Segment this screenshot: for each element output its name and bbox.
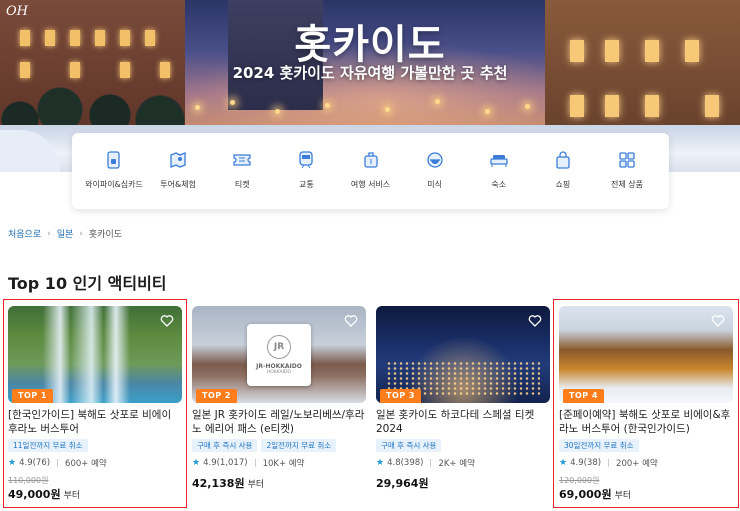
grid-icon (618, 151, 636, 169)
category-label: 숙소 (491, 180, 507, 189)
category-wifi-sim[interactable]: 와이파이&심카드 (82, 151, 146, 209)
price: 29,964원 (376, 477, 429, 490)
star-icon: ★ (376, 458, 385, 468)
category-nav: 와이파이&심카드 투어&체험 티켓 교통 여행 서비스 미식 숙소 쇼핑 전체 … (72, 133, 669, 209)
rating: ★ 4.9(1,017) 10K+ 예약 (192, 457, 366, 469)
breadcrumb-separator: › (47, 228, 51, 239)
category-label: 쇼핑 (555, 180, 571, 189)
price: 42,138원 부터 (192, 477, 265, 490)
category-label: 교통 (299, 180, 314, 189)
jr-logo-line1: JR-HOKKAIDO (256, 363, 302, 370)
activity-card[interactable]: JR JR-HOKKAIDO HOKKAIDO TOP 2 일본 JR 홋카이도… (192, 306, 366, 491)
breadcrumb-home-link[interactable]: 처음으로 (8, 227, 41, 240)
map-tour-icon (169, 151, 187, 169)
section-title: Top 10 인기 액티비티 (8, 274, 167, 293)
category-shopping[interactable]: 쇼핑 (531, 151, 595, 209)
card-image: TOP 3 (376, 306, 550, 403)
category-label: 여행 서비스 (350, 180, 391, 189)
rating: ★ 4.8(398) 2K+ 예약 (376, 457, 550, 469)
rank-badge: TOP 3 (380, 389, 421, 403)
category-transport[interactable]: 교통 (274, 151, 338, 209)
rank-badge: TOP 2 (196, 389, 237, 403)
hero-subtitle: 2024 홋카이도 자유여행 가볼만한 곳 추천 (232, 64, 508, 82)
ticket-icon (233, 151, 251, 169)
dish-icon (426, 151, 444, 169)
jr-logo-text: JR (267, 335, 291, 359)
rating-value: 4.8(398) (387, 458, 424, 468)
category-travel-service[interactable]: 여행 서비스 (339, 151, 403, 209)
booking-count: 2K+ 예약 (438, 459, 475, 469)
train-icon (297, 151, 315, 169)
breadcrumb-separator: › (79, 228, 83, 239)
heart-icon[interactable] (528, 314, 542, 328)
sim-card-icon (105, 151, 123, 169)
card-title[interactable]: 일본 JR 홋카이도 레일/노보리베쓰/후라노 에리어 패스 (e티켓) (192, 408, 366, 436)
tag: 구매 후 즉시 사용 (376, 439, 442, 452)
category-lodging[interactable]: 숙소 (467, 151, 531, 209)
shopping-bag-icon (554, 151, 572, 169)
category-label: 투어&체험 (160, 180, 196, 189)
tag: 구매 후 즉시 사용 (192, 439, 258, 452)
highlight-box (553, 299, 739, 508)
activity-card[interactable]: TOP 3 일본 홋카이도 하코다테 스페셜 티켓 2024 구매 후 즉시 사… (376, 306, 550, 491)
booking-count: 10K+ 예약 (262, 459, 305, 469)
category-ticket[interactable]: 티켓 (210, 151, 274, 209)
tag: 2일전까지 무료 취소 (261, 439, 337, 452)
card-title[interactable]: 일본 홋카이도 하코다테 스페셜 티켓 2024 (376, 408, 550, 436)
category-tour[interactable]: 투어&체험 (146, 151, 210, 209)
category-food[interactable]: 미식 (403, 151, 467, 209)
heart-icon[interactable] (344, 314, 358, 328)
card-image: JR JR-HOKKAIDO HOKKAIDO TOP 2 (192, 306, 366, 403)
star-icon: ★ (192, 458, 201, 468)
bed-icon (490, 151, 508, 169)
jr-logo-line2: HOKKAIDO (266, 370, 292, 375)
jr-hokkaido-logo: JR JR-HOKKAIDO HOKKAIDO (247, 324, 311, 386)
category-label: 티켓 (234, 180, 250, 189)
luggage-icon (362, 151, 380, 169)
rating-value: 4.9(1,017) (203, 458, 248, 468)
category-label: 전체 상품 (611, 180, 643, 189)
category-label: 미식 (427, 180, 442, 189)
breadcrumb: 처음으로 › 일본 › 홋카이도 (8, 227, 123, 241)
category-all-products[interactable]: 전체 상품 (595, 151, 659, 209)
breadcrumb-current: 홋카이도 (88, 230, 123, 240)
highlight-box (3, 299, 187, 508)
category-label: 와이파이&심카드 (85, 180, 143, 189)
breadcrumb-country-link[interactable]: 일본 (57, 227, 74, 240)
